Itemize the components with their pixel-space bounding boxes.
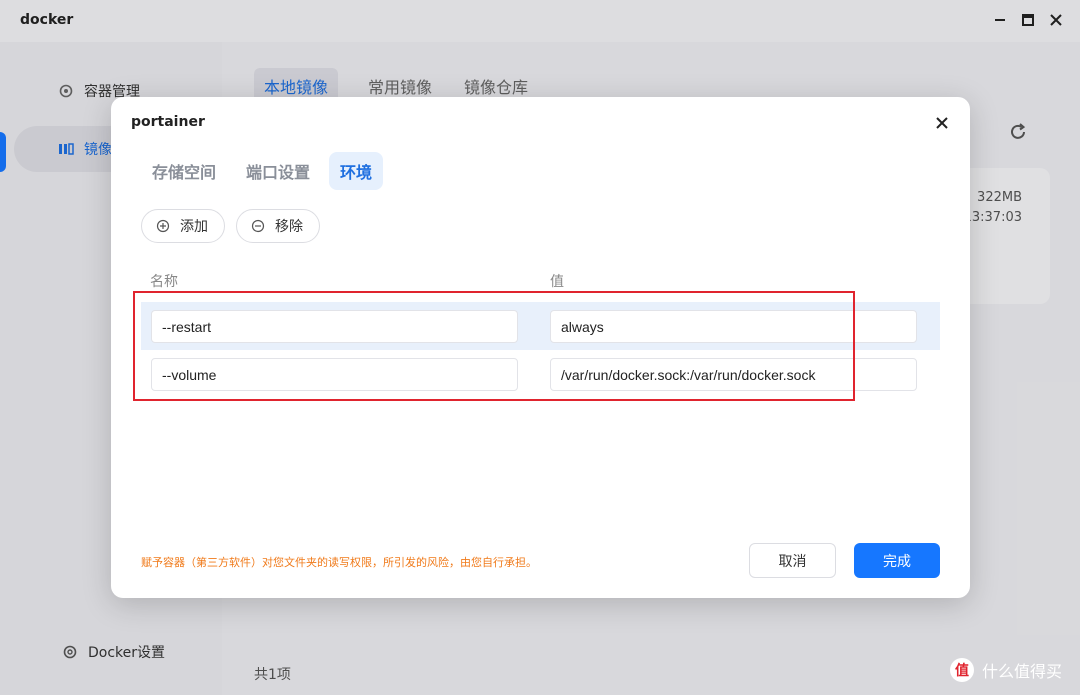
remove-button[interactable]: 移除	[236, 209, 320, 243]
minus-circle-icon	[251, 219, 265, 233]
dialog-tabs: 存储空间 端口设置 环境	[141, 152, 384, 190]
highlight-annotation-box	[133, 291, 855, 401]
tab-storage[interactable]: 存储空间	[141, 152, 227, 190]
cancel-button[interactable]: 取消	[749, 543, 836, 578]
close-icon[interactable]	[933, 114, 951, 132]
container-settings-dialog: portainer 存储空间 端口设置 环境 添加 移除 名称 值 --rest…	[111, 97, 970, 598]
watermark-text: 什么值得买	[982, 662, 1063, 681]
tab-port-settings[interactable]: 端口设置	[235, 152, 321, 190]
tab-environment[interactable]: 环境	[329, 152, 384, 190]
column-header-name: 名称	[150, 274, 178, 290]
column-header-value: 值	[550, 274, 564, 290]
plus-circle-icon	[156, 219, 170, 233]
dialog-title: portainer	[131, 114, 205, 130]
watermark: 值 什么值得买	[950, 658, 1062, 682]
risk-warning-text: 赋予容器（第三方软件）对您文件夹的读写权限，所引发的风险，由您自行承担。	[141, 556, 537, 569]
remove-label: 移除	[275, 219, 303, 235]
add-label: 添加	[180, 219, 208, 235]
watermark-logo: 值	[950, 658, 974, 682]
confirm-button[interactable]: 完成	[854, 543, 940, 578]
add-button[interactable]: 添加	[141, 209, 225, 243]
